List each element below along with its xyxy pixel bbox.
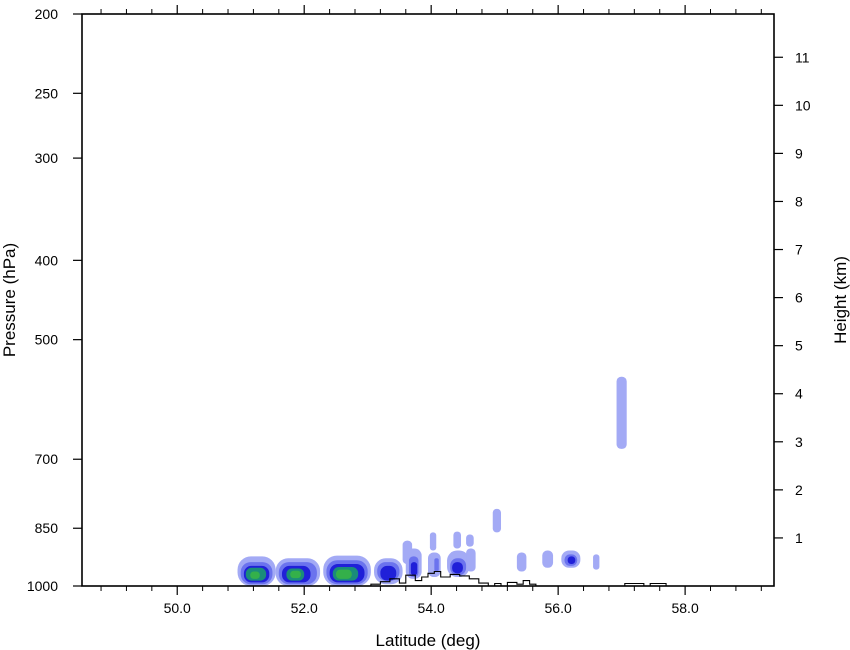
y2-tick-label: 9 [795, 145, 803, 161]
contour-region-level-3 [567, 556, 576, 565]
x-tick-label: 58.0 [671, 600, 698, 616]
y-tick-label: 500 [35, 332, 59, 348]
y-axis-title: Pressure (hPa) [0, 243, 19, 357]
y2-tick-label: 5 [795, 338, 803, 354]
contour-region-level-5 [335, 569, 352, 579]
y-tick-label: 1000 [27, 578, 58, 594]
y2-axis-title: Height (km) [831, 256, 850, 344]
contour-region-level-1 [542, 550, 554, 568]
y2-tick-label: 1 [795, 530, 803, 546]
contour-region-level-1 [492, 508, 502, 533]
x-axis-title: Latitude (deg) [376, 631, 481, 650]
y2-tick-label: 7 [795, 242, 803, 258]
contour-region-level-1 [516, 552, 527, 572]
contour-region-level-1 [429, 532, 437, 551]
contour-region-level-1 [616, 376, 627, 449]
contour-region-level-1 [593, 554, 600, 570]
y-tick-label: 700 [35, 451, 59, 467]
contour-region-level-5 [290, 570, 302, 579]
contour-region-level-1 [466, 534, 474, 547]
cross-section-chart: 50.0 52.0 54.0 56.0 58.020025030040050070085… [0, 5, 850, 650]
y2-tick-label: 10 [795, 97, 811, 113]
x-tick-label: 52.0 [291, 600, 318, 616]
y2-tick-label: 4 [795, 386, 803, 402]
y2-tick-label: 6 [795, 290, 803, 306]
x-tick-label: 54.0 [418, 600, 445, 616]
y-tick-label: 850 [35, 520, 59, 536]
contour-region-level-5 [250, 571, 260, 579]
contour-layer [237, 376, 627, 586]
contour-region-level-1 [466, 548, 476, 572]
y2-tick-label: 8 [795, 193, 803, 209]
y-tick-label: 400 [35, 252, 59, 268]
y2-tick-label: 11 [795, 49, 810, 65]
x-tick-label: 56.0 [545, 600, 572, 616]
y-tick-label: 200 [35, 6, 59, 22]
plot-area [237, 376, 667, 586]
y-tick-label: 300 [35, 150, 59, 166]
y2-tick-label: 3 [795, 434, 803, 450]
axes: 50.0 52.0 54.0 56.0 58.020025030040050070085… [27, 5, 811, 616]
y2-tick-label: 2 [795, 482, 803, 498]
x-tick-label: 50.0 [164, 600, 191, 616]
contour-region-level-3 [410, 562, 418, 576]
plot-frame [81, 13, 775, 587]
y-tick-label: 250 [35, 85, 59, 101]
contour-region-level-1 [453, 531, 462, 549]
contour-region-level-2 [434, 558, 439, 572]
contour-region-level-3 [452, 562, 463, 574]
